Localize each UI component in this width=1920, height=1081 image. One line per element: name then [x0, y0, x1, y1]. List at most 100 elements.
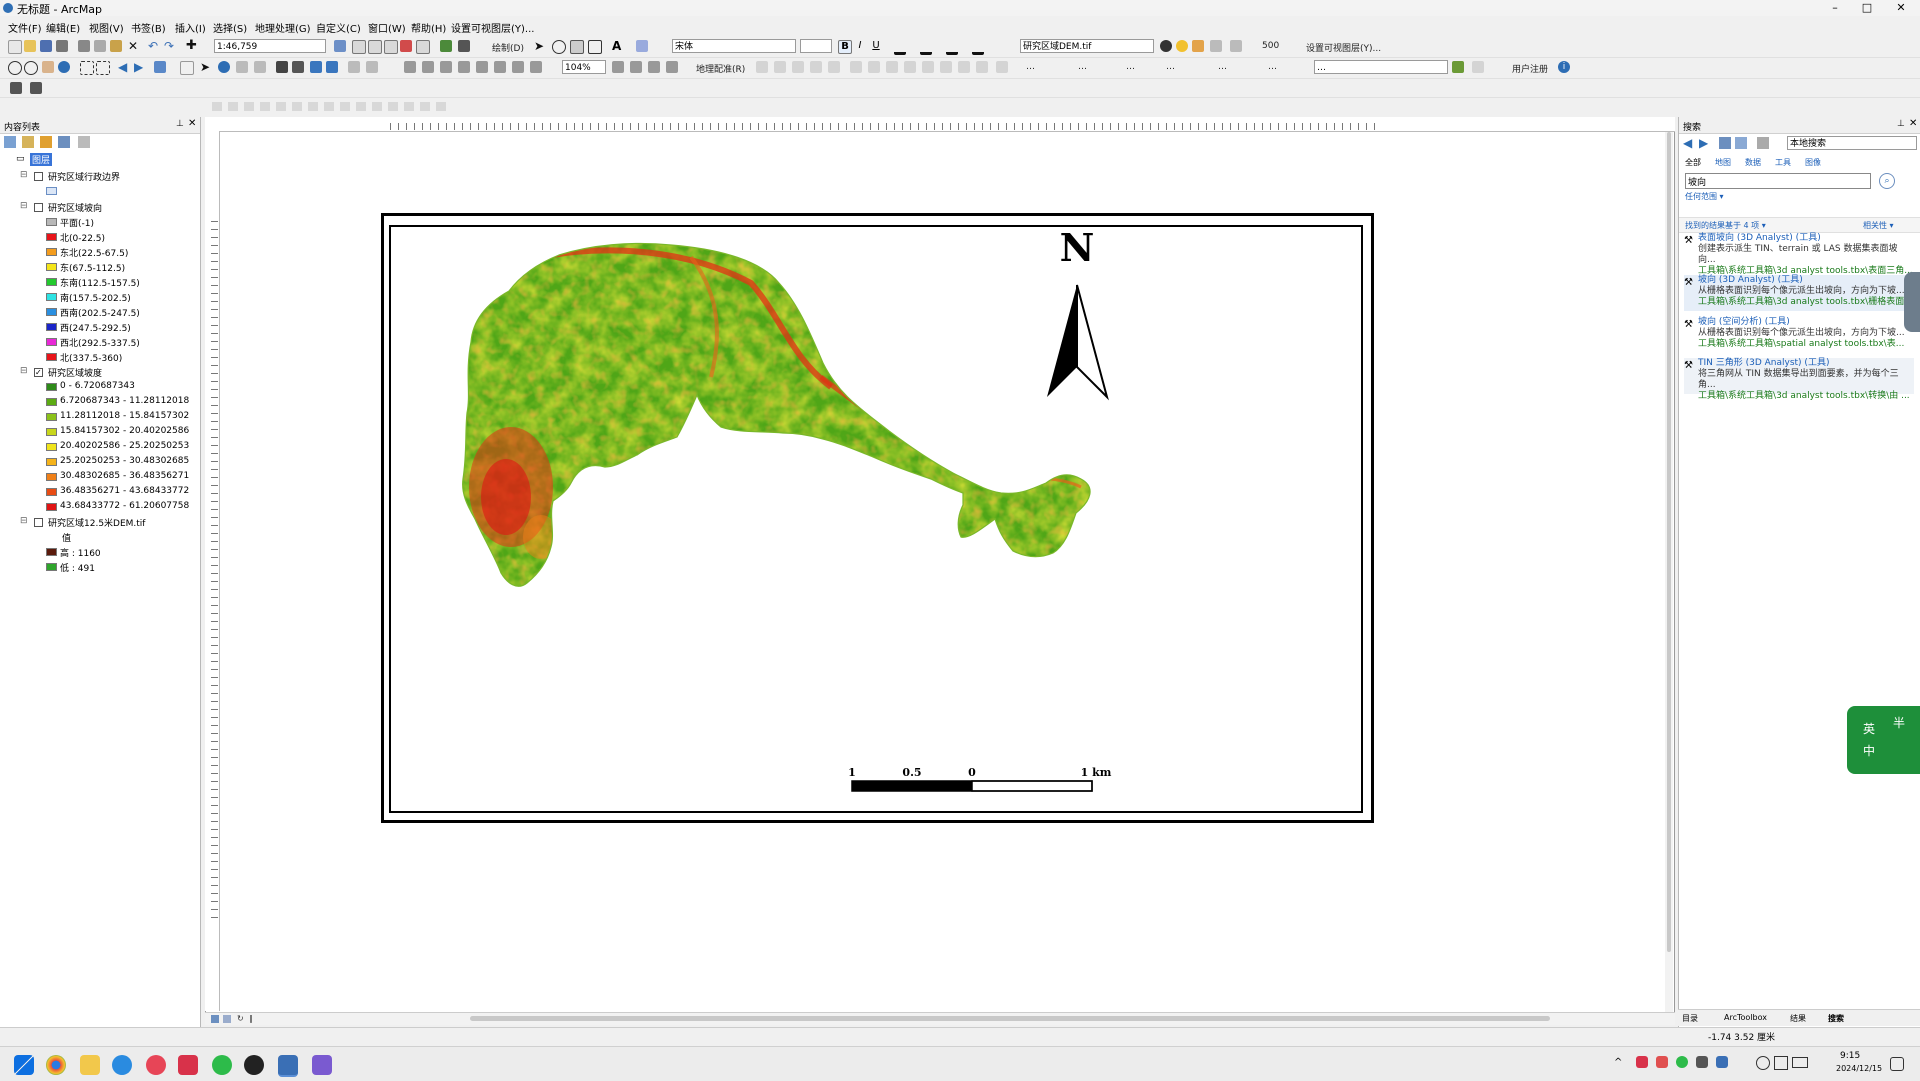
layout-misc-icon[interactable]: [666, 61, 678, 73]
layer-visibility-checkbox[interactable]: [34, 172, 43, 181]
select-elements-icon[interactable]: [570, 40, 584, 54]
layer-visibility-checkbox[interactable]: ✓: [34, 368, 43, 377]
app-purple-icon[interactable]: [312, 1055, 332, 1075]
qq-icon[interactable]: [244, 1055, 264, 1075]
menu-customize[interactable]: 自定义(C): [316, 20, 361, 35]
bold-button[interactable]: B: [838, 40, 852, 54]
layout-zoom-combo[interactable]: 104%: [562, 60, 606, 74]
legend-swatch[interactable]: [46, 293, 57, 301]
rectangle-icon[interactable]: [588, 40, 602, 54]
filter-maps-tab[interactable]: 地图: [1715, 157, 1731, 168]
search-scope-combo[interactable]: 本地搜索: [1787, 136, 1917, 150]
save-edits-icon[interactable]: [30, 82, 42, 94]
ime-halfwidth[interactable]: 半: [1893, 714, 1905, 731]
slope-map[interactable]: N 1 0.5 0 1 km: [391, 227, 1361, 811]
wechat-icon[interactable]: [212, 1055, 232, 1075]
legend-swatch[interactable]: [46, 233, 57, 241]
toolbar-menu-3[interactable]: …: [1126, 62, 1135, 72]
menu-file[interactable]: 文件(F): [8, 20, 42, 35]
layer-combo[interactable]: 研究区域DEM.tif: [1020, 39, 1154, 53]
undo-icon[interactable]: ↶: [148, 40, 160, 52]
legend-swatch[interactable]: [46, 278, 57, 286]
python-window-icon[interactable]: [416, 40, 430, 54]
map-scale-combo[interactable]: 1:46,759: [214, 39, 326, 53]
zoom-100-icon[interactable]: [476, 61, 488, 73]
search-result[interactable]: ⚒ 表面坡向 (3D Analyst) (工具) 创建表示派生 TIN、terr…: [1684, 233, 1914, 276]
goto-xy-icon[interactable]: [310, 61, 322, 73]
netease-music-icon[interactable]: [146, 1055, 166, 1075]
toc-close-icon[interactable]: ✕: [188, 118, 196, 129]
georef-tool-2-icon[interactable]: [774, 61, 786, 73]
layout-zoom-in-icon[interactable]: [404, 61, 416, 73]
table-icon[interactable]: [352, 40, 366, 54]
back-icon[interactable]: ◀: [1683, 136, 1692, 150]
redo-icon[interactable]: ↷: [164, 40, 176, 52]
georef-tool-4-icon[interactable]: [810, 61, 822, 73]
legend-swatch[interactable]: [46, 218, 57, 226]
legend-swatch[interactable]: [46, 458, 57, 466]
result-title[interactable]: 表面坡向 (3D Analyst) (工具): [1698, 233, 1914, 244]
search-go-icon[interactable]: ⌕: [1879, 173, 1895, 189]
georef-tool-10-icon[interactable]: [922, 61, 934, 73]
italic-button[interactable]: I: [854, 40, 866, 52]
toolbar-menu-4[interactable]: …: [1166, 62, 1175, 72]
legend-swatch[interactable]: [46, 248, 57, 256]
font-combo[interactable]: 宋体: [672, 39, 796, 53]
search-result[interactable]: ⚒ 坡向 (3D Analyst) (工具) 从栅格表面识别每个像元派生出坡向，…: [1684, 275, 1914, 311]
back-extent-icon[interactable]: ◀: [118, 61, 130, 73]
refresh-view-icon[interactable]: ↻: [237, 1015, 245, 1023]
search-options-icon[interactable]: [1757, 137, 1769, 149]
delete-icon[interactable]: ✕: [128, 40, 140, 52]
layer-name[interactable]: 研究区域12.5米DEM.tif: [48, 516, 145, 529]
legend-swatch[interactable]: [46, 398, 57, 406]
toolbar-pen-icon[interactable]: [1452, 61, 1464, 73]
zoom-in-icon[interactable]: [8, 61, 22, 75]
legend-swatch[interactable]: [46, 443, 57, 451]
toc-options-icon[interactable]: [78, 136, 90, 148]
identify-icon[interactable]: [218, 61, 230, 73]
data-view-button[interactable]: [211, 1015, 219, 1023]
html-popup-icon[interactable]: [254, 61, 266, 73]
battery-icon[interactable]: [1792, 1057, 1808, 1068]
scrollbar-thumb-v[interactable]: [1667, 132, 1671, 952]
arcmap-taskbar-icon[interactable]: [278, 1055, 298, 1077]
fixed-zoom-in-icon[interactable]: [80, 61, 94, 75]
georef-tool-13-icon[interactable]: [976, 61, 988, 73]
legend-swatch[interactable]: [46, 563, 57, 571]
change-layout-icon[interactable]: [630, 61, 642, 73]
copy-icon[interactable]: [94, 40, 106, 52]
scale-bar[interactable]: 1 0.5 0 1 km: [848, 766, 1112, 792]
search-result[interactable]: ⚒ TIN 三角形 (3D Analyst) (工具) 将三角网从 TIN 数据…: [1684, 358, 1914, 401]
search-tab[interactable]: 搜索: [1828, 1013, 1844, 1024]
create-viewer-icon[interactable]: [366, 61, 378, 73]
georef-tool-6-icon[interactable]: [850, 61, 862, 73]
result-title[interactable]: TIN 三角形 (3D Analyst) (工具): [1698, 358, 1914, 369]
filter-images-tab[interactable]: 图像: [1805, 157, 1821, 168]
side-handle[interactable]: [1904, 272, 1920, 332]
drawing-tool-icon[interactable]: [636, 40, 648, 52]
ime-english[interactable]: 英: [1863, 720, 1875, 737]
add-data-icon[interactable]: ✚: [186, 39, 198, 52]
fixed-zoom-out-icon[interactable]: [96, 61, 110, 75]
layer-name[interactable]: 研究区域坡向: [48, 201, 102, 214]
list-by-visibility-icon[interactable]: [40, 136, 52, 148]
pause-drawing-icon[interactable]: ∥: [249, 1015, 257, 1023]
open-icon[interactable]: [24, 40, 36, 52]
legend-swatch[interactable]: [46, 548, 57, 556]
save-icon[interactable]: [40, 40, 52, 52]
layer-name[interactable]: 研究区域行政边界: [48, 170, 120, 183]
georef-tool-9-icon[interactable]: [904, 61, 916, 73]
forward-icon[interactable]: ▶: [1699, 136, 1708, 150]
underline-button[interactable]: U: [870, 40, 882, 52]
focus-data-frame-icon[interactable]: [612, 61, 624, 73]
menu-edit[interactable]: 编辑(E): [46, 20, 80, 35]
legend-swatch[interactable]: [46, 413, 57, 421]
layout-horizontal-scrollbar[interactable]: ↻ ∥: [205, 1012, 1675, 1025]
menu-insert[interactable]: 插入(I): [175, 20, 206, 35]
legend-swatch[interactable]: [46, 338, 57, 346]
full-extent-icon[interactable]: [58, 61, 70, 73]
notification-icon[interactable]: [1890, 1057, 1904, 1071]
toc-pin-icon[interactable]: ⊥: [176, 119, 184, 129]
forward-extent-icon[interactable]: ▶: [134, 61, 146, 73]
search-result[interactable]: ⚒ 坡向 (空间分析) (工具) 从栅格表面识别每个像元派生出坡向，方向为下坡.…: [1684, 317, 1914, 353]
